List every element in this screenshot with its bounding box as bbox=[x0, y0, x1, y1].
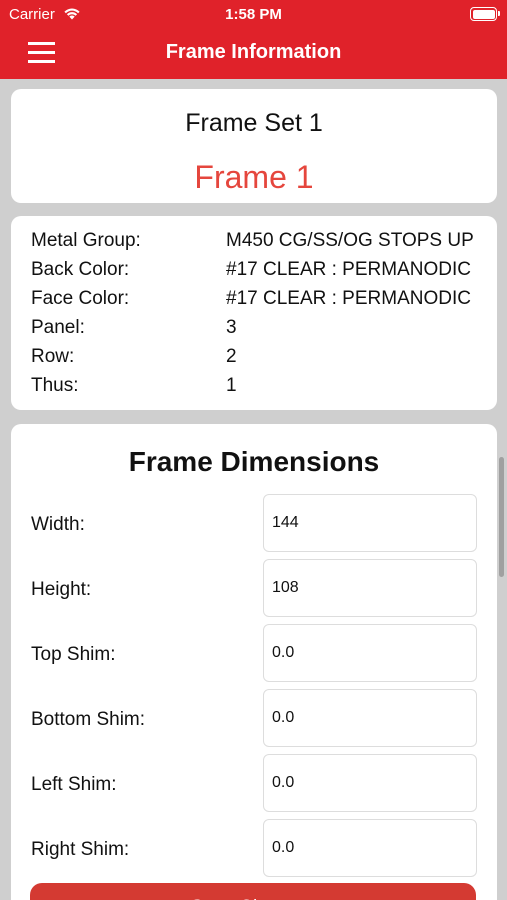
frame-info-card: Metal Group: M450 CG/SS/OG STOPS UP Back… bbox=[11, 216, 497, 410]
info-value: M450 CG/SS/OG STOPS UP bbox=[226, 230, 474, 251]
info-row-panel: Panel: 3 bbox=[31, 317, 491, 343]
info-value: 2 bbox=[226, 346, 237, 367]
info-value: 3 bbox=[226, 317, 237, 338]
frame-title: Frame 1 bbox=[194, 159, 314, 195]
info-value: #17 CLEAR : PERMANODIC bbox=[226, 259, 471, 280]
info-row-back-color: Back Color: #17 CLEAR : PERMANODIC bbox=[31, 259, 491, 285]
page-title: Frame Information bbox=[165, 41, 342, 63]
bottom-shim-row: Bottom Shim: bbox=[31, 689, 477, 749]
frame-set-title: Frame Set 1 bbox=[185, 109, 323, 137]
info-label: Panel: bbox=[31, 317, 85, 338]
battery-icon bbox=[470, 7, 500, 21]
info-label: Thus: bbox=[31, 375, 79, 396]
section-title: Frame Dimensions bbox=[128, 446, 380, 477]
right-shim-row: Right Shim: bbox=[31, 819, 477, 879]
bottom-shim-input[interactable] bbox=[263, 689, 477, 747]
bottom-shim-label: Bottom Shim: bbox=[31, 709, 146, 730]
status-time: 1:58 PM bbox=[225, 6, 282, 23]
scrollbar[interactable] bbox=[499, 457, 504, 577]
height-row: Height: bbox=[31, 559, 477, 619]
info-label: Row: bbox=[31, 346, 75, 367]
height-label: Height: bbox=[31, 579, 92, 600]
left-shim-row: Left Shim: bbox=[31, 754, 477, 814]
info-row-face-color: Face Color: #17 CLEAR : PERMANODIC bbox=[31, 288, 491, 314]
save-changes-button[interactable]: Save Changes bbox=[30, 883, 476, 900]
width-label: Width: bbox=[31, 514, 85, 535]
top-shim-label: Top Shim: bbox=[31, 644, 116, 665]
nav-bar: Carrier 1:58 PM Frame Information bbox=[0, 0, 507, 79]
height-input[interactable] bbox=[263, 559, 477, 617]
info-row-thus: Thus: 1 bbox=[31, 375, 491, 401]
right-shim-input[interactable] bbox=[263, 819, 477, 877]
left-shim-label: Left Shim: bbox=[31, 774, 117, 795]
width-input[interactable] bbox=[263, 494, 477, 552]
info-row-row: Row: 2 bbox=[31, 346, 491, 372]
info-label: Metal Group: bbox=[31, 230, 141, 251]
info-value: #17 CLEAR : PERMANODIC bbox=[226, 288, 471, 309]
info-value: 1 bbox=[226, 375, 237, 396]
info-row-metal-group: Metal Group: M450 CG/SS/OG STOPS UP bbox=[31, 230, 491, 256]
width-row: Width: bbox=[31, 494, 477, 554]
frame-dimensions-card: Frame Dimensions Width: Height: Top Shim… bbox=[11, 424, 497, 900]
frame-header-card: Frame Set 1 Frame 1 bbox=[11, 89, 497, 203]
top-shim-input[interactable] bbox=[263, 624, 477, 682]
info-label: Face Color: bbox=[31, 288, 130, 309]
status-bar: Carrier 1:58 PM bbox=[0, 6, 507, 24]
info-label: Back Color: bbox=[31, 259, 130, 280]
right-shim-label: Right Shim: bbox=[31, 839, 130, 860]
left-shim-input[interactable] bbox=[263, 754, 477, 812]
top-shim-row: Top Shim: bbox=[31, 624, 477, 684]
